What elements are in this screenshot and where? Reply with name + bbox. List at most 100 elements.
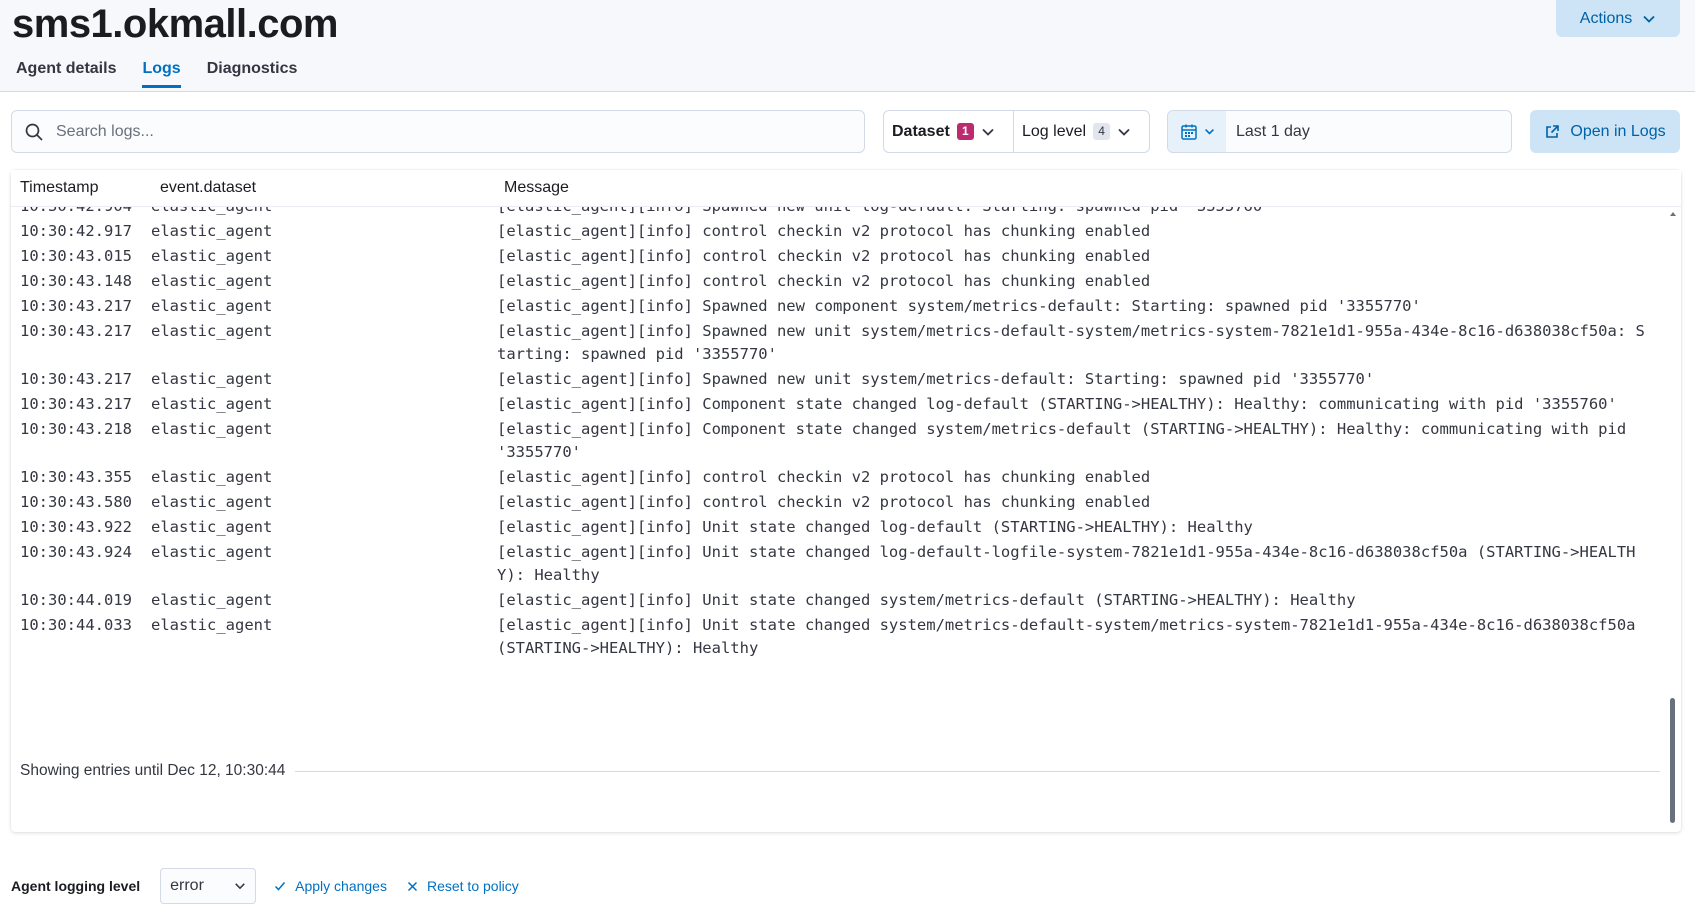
log-timestamp: 10:30:43.217 (20, 297, 132, 315)
reset-to-policy-label: Reset to policy (426, 878, 519, 894)
logging-level-value: error (170, 877, 204, 894)
log-message: [elastic_agent][info] Spawned new unit s… (497, 322, 1645, 363)
tab-diagnostics[interactable]: Diagnostics (207, 56, 298, 88)
log-timestamp: 10:30:43.355 (20, 468, 132, 486)
date-picker: Last 1 day (1167, 110, 1512, 153)
log-dataset: elastic_agent (151, 591, 273, 609)
log-dataset: elastic_agent (151, 247, 273, 265)
search-icon (25, 123, 43, 141)
log-timestamp: 10:30:42.904 (11, 207, 151, 218)
column-header-message: Message (504, 179, 569, 196)
page-header: sms1.okmall.com Actions Agent details Lo… (0, 0, 1695, 92)
tab-logs[interactable]: Logs (142, 56, 181, 88)
column-header-dataset: event.dataset (160, 179, 257, 196)
search-box (11, 110, 865, 153)
chevron-down-icon (1204, 128, 1214, 135)
close-icon (407, 881, 417, 891)
log-dataset: elastic_agent (151, 543, 273, 561)
external-link-icon (1546, 124, 1560, 138)
logging-level-bar: Agent logging level error Apply changes … (11, 868, 539, 904)
log-timestamp: 10:30:43.217 (20, 395, 132, 413)
quick-date-button[interactable] (1168, 111, 1226, 152)
log-message: [elastic_agent][info] Unit state changed… (497, 591, 1356, 609)
log-timestamp: 10:30:43.218 (20, 420, 132, 438)
table-row: 10:30:44.019 elastic_agent [elastic_agent]… (11, 587, 1663, 612)
log-dataset: elastic_agent (151, 222, 273, 240)
table-row: 10:30:44.033 elastic_agent [elastic_agent]… (11, 612, 1663, 660)
actions-label: Actions (1579, 9, 1633, 27)
table-row: 10:30:43.217 elastic_agent [elastic_agent]… (11, 391, 1663, 416)
log-timestamp: 10:30:43.924 (20, 543, 132, 561)
log-dataset: elastic_agent (151, 370, 273, 388)
log-message: [elastic_agent][info] Unit state changed… (497, 616, 1645, 657)
log-stream[interactable]: 10:30:42.904 elastic_agent [elastic_agen… (11, 207, 1663, 827)
actions-button[interactable]: Actions (1556, 0, 1680, 37)
log-message: [elastic_agent][info] control checkin v2… (497, 222, 1151, 240)
table-row: 10:30:43.148 elastic_agent [elastic_agent]… (11, 268, 1663, 293)
log-dataset: elastic_agent (151, 272, 273, 290)
log-dataset: elastic_agent (151, 493, 273, 511)
log-end-note: Showing entries until Dec 12, 10:30:44 (20, 762, 1660, 780)
table-row: 10:30:43.217 elastic_agent [elastic_agent]… (11, 293, 1663, 318)
logging-level-label: Agent logging level (11, 878, 141, 894)
divider (295, 770, 1660, 772)
tab-bar: Agent details Logs Diagnostics (16, 56, 323, 88)
search-input[interactable] (56, 122, 836, 141)
log-message: [elastic_agent][info] Spawned new unit s… (497, 370, 1375, 388)
log-message: [elastic_agent][info] control checkin v2… (497, 247, 1151, 265)
table-row: 10:30:43.580 elastic_agent [elastic_agent]… (11, 489, 1663, 514)
table-row: 10:30:43.015 elastic_agent [elastic_agent]… (11, 243, 1663, 268)
date-range-display[interactable]: Last 1 day (1226, 111, 1310, 152)
log-timestamp: 10:30:43.148 (20, 272, 132, 290)
table-row: 10:30:43.217 elastic_agent [elastic_agent]… (11, 318, 1663, 366)
log-timestamp: 10:30:43.217 (20, 322, 132, 340)
chevron-down-icon (1643, 15, 1655, 23)
chevron-down-icon (235, 883, 245, 890)
tab-agent-details[interactable]: Agent details (16, 56, 116, 88)
log-message: [elastic_agent][info] Component state ch… (497, 395, 1617, 413)
dataset-filter-button[interactable]: Dataset 1 (884, 111, 1013, 152)
logging-level-select[interactable]: error (160, 868, 257, 904)
log-timestamp: 10:30:43.217 (20, 370, 132, 388)
open-in-logs-button[interactable]: Open in Logs (1530, 110, 1680, 153)
log-level-filter-button[interactable]: Log level 4 (1013, 111, 1149, 152)
log-stream-panel: Timestamp event.dataset Message 10:30:42… (11, 170, 1681, 832)
table-row: 10:30:43.217 elastic_agent [elastic_agent]… (11, 366, 1663, 391)
table-row: 10:30:43.218 elastic_agent [elastic_agent]… (11, 416, 1663, 464)
log-message: [elastic_agent][info] Spawned new unit l… (497, 207, 1647, 218)
log-message: [elastic_agent][info] Component state ch… (497, 420, 1636, 461)
log-table-header: Timestamp event.dataset Message (11, 170, 1681, 207)
log-message: [elastic_agent][info] control checkin v2… (497, 272, 1151, 290)
log-dataset: elastic_agent (151, 468, 273, 486)
log-timestamp: 10:30:43.922 (20, 518, 132, 536)
apply-changes-button[interactable]: Apply changes (274, 878, 387, 894)
showing-entries-text: Showing entries until Dec 12, 10:30:44 (20, 762, 286, 779)
log-timestamp: 10:30:43.015 (20, 247, 132, 265)
log-timestamp: 10:30:43.580 (20, 493, 132, 511)
log-level-count-badge: 4 (1093, 123, 1111, 140)
apply-changes-label: Apply changes (295, 878, 387, 894)
dataset-count-badge: 1 (956, 123, 974, 140)
dataset-filter-label: Dataset (892, 122, 950, 140)
table-row: 10:30:43.355 elastic_agent [elastic_agent]… (11, 464, 1663, 489)
log-rows: 10:30:42.917 elastic_agent [elastic_agent]… (11, 218, 1663, 660)
table-row: 10:30:43.924 elastic_agent [elastic_agent]… (11, 539, 1663, 587)
log-dataset: elastic_agent (151, 518, 273, 536)
reset-to-policy-button[interactable]: Reset to policy (407, 878, 519, 894)
log-message: [elastic_agent][info] Spawned new compon… (497, 297, 1421, 315)
log-dataset: elastic_agent (151, 616, 273, 634)
filter-group: Dataset 1 Log level 4 (883, 110, 1150, 153)
log-scrollbar[interactable] (1669, 210, 1677, 828)
table-row: 10:30:43.922 elastic_agent [elastic_agent]… (11, 514, 1663, 539)
table-row: 10:30:42.917 elastic_agent [elastic_agent]… (11, 218, 1663, 243)
log-message: [elastic_agent][info] Unit state changed… (497, 518, 1253, 536)
table-row: 10:30:42.904 elastic_agent [elastic_agen… (11, 207, 1663, 218)
log-timestamp: 10:30:42.917 (20, 222, 132, 240)
log-dataset: elastic_agent (151, 207, 497, 218)
log-timestamp: 10:30:44.033 (20, 616, 132, 634)
log-level-filter-label: Log level (1022, 122, 1087, 140)
scrollbar-thumb[interactable] (1670, 698, 1675, 823)
scroll-up-arrow-icon[interactable] (1669, 210, 1677, 218)
log-dataset: elastic_agent (151, 420, 273, 438)
open-in-logs-label: Open in Logs (1570, 122, 1666, 140)
